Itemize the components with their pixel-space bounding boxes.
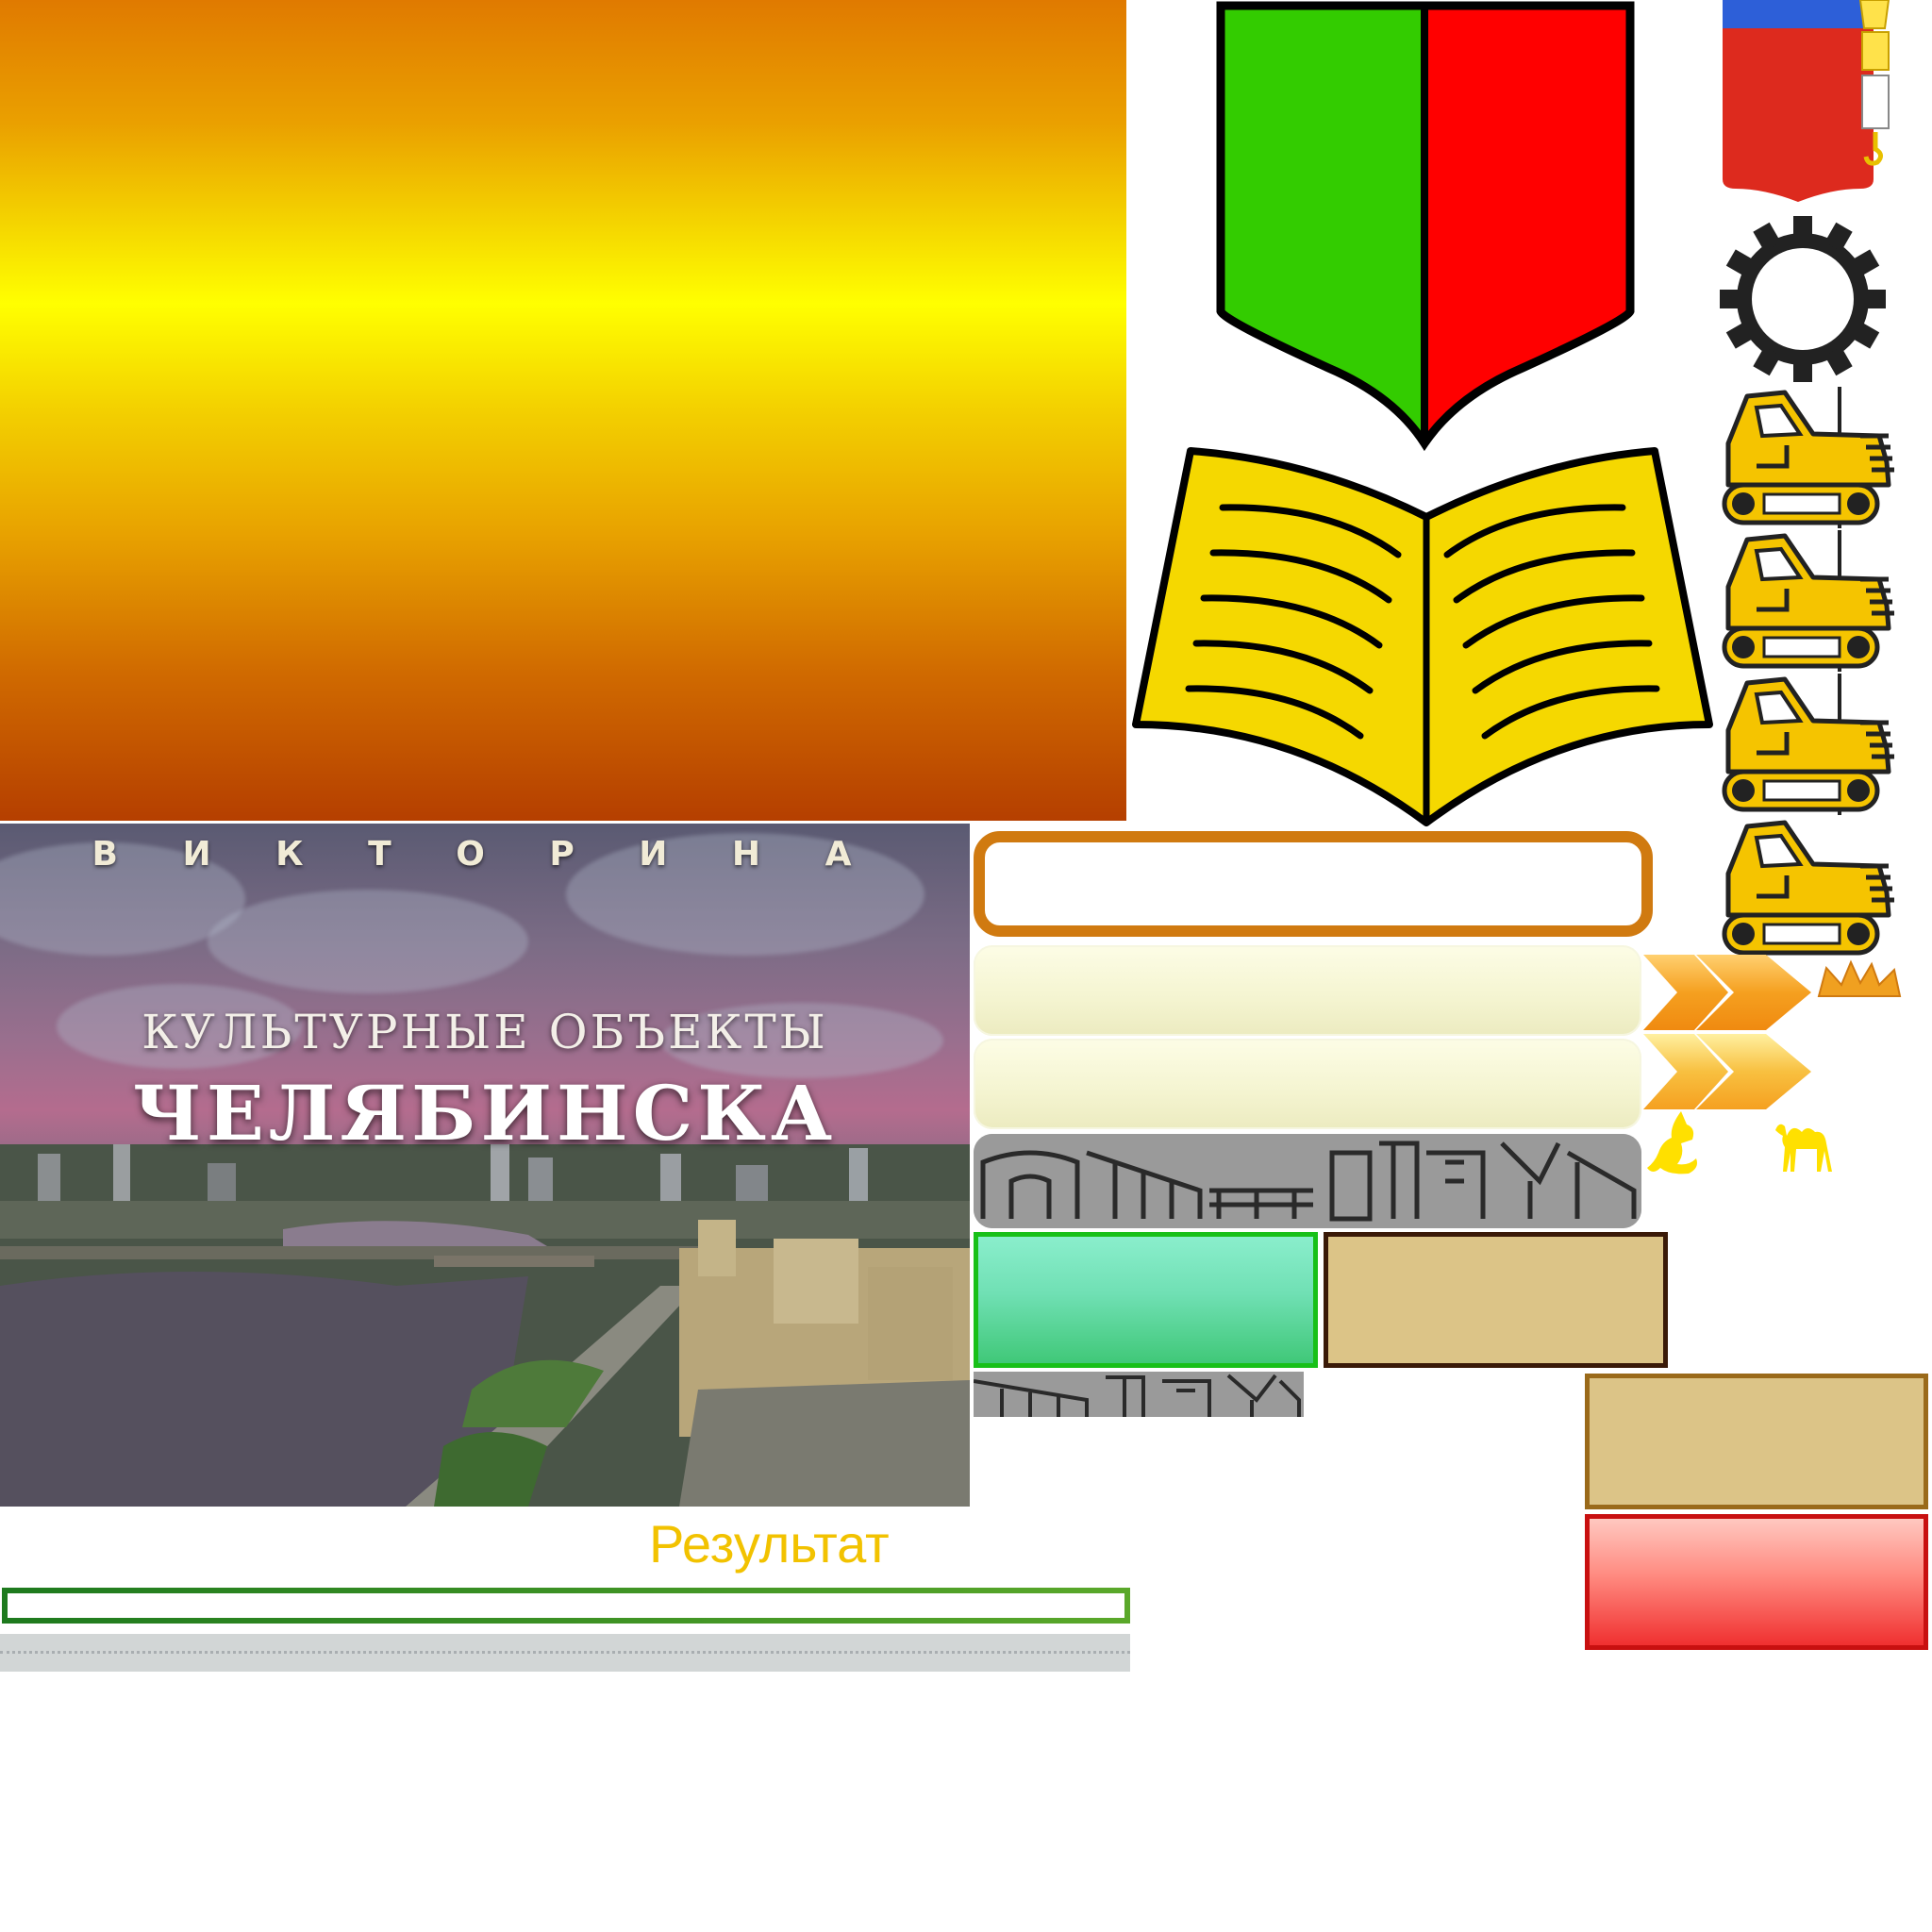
correct-answer-button[interactable] — [974, 1232, 1318, 1368]
gear-icon — [1720, 216, 1886, 382]
coat-of-arms-icon — [1723, 0, 1890, 202]
fox-icon — [1647, 1111, 1697, 1174]
crown-icon — [1817, 959, 1902, 997]
camel-icon — [1775, 1124, 1832, 1172]
banner-title-line2: ЧЕЛЯБИНСКА — [132, 1069, 838, 1158]
wrong-answer-button[interactable] — [1585, 1514, 1928, 1650]
neutral-answer-button-1[interactable] — [1324, 1232, 1668, 1368]
city-panorama — [0, 1144, 970, 1507]
answer-option-button-2[interactable] — [974, 1039, 1641, 1129]
question-frame — [974, 831, 1653, 937]
title-gradient-panel — [0, 0, 1126, 821]
result-label: Результат — [649, 1514, 890, 1574]
chevron-arrows-icon — [1643, 1034, 1811, 1109]
bulldozer-icon — [1722, 387, 1894, 528]
open-book-icon — [1132, 447, 1713, 826]
building-sketch-strip — [974, 1134, 1641, 1228]
quiz-banner: В И К Т О Р И Н А КУЛЬТУРНЫЕ ОБЪЕКТЫ ЧЕЛ… — [0, 824, 970, 1507]
banner-kicker-text: В И К Т О Р И Н А — [92, 835, 878, 874]
result-progress-bar — [2, 1588, 1130, 1624]
bulldozer-icon — [1722, 820, 1894, 956]
bulldozer-icon — [1722, 530, 1894, 672]
answer-option-button-1[interactable] — [974, 945, 1641, 1036]
building-sketch-small — [974, 1372, 1304, 1417]
neutral-answer-button-2[interactable] — [1585, 1374, 1928, 1509]
chevron-arrows-icon — [1643, 955, 1811, 1030]
bulldozer-icon — [1722, 674, 1894, 815]
shield-icon — [1216, 1, 1635, 452]
banner-title-line1: КУЛЬТУРНЫЕ ОБЪЕКТЫ — [142, 1005, 828, 1059]
dotted-divider-strip — [0, 1634, 1130, 1672]
